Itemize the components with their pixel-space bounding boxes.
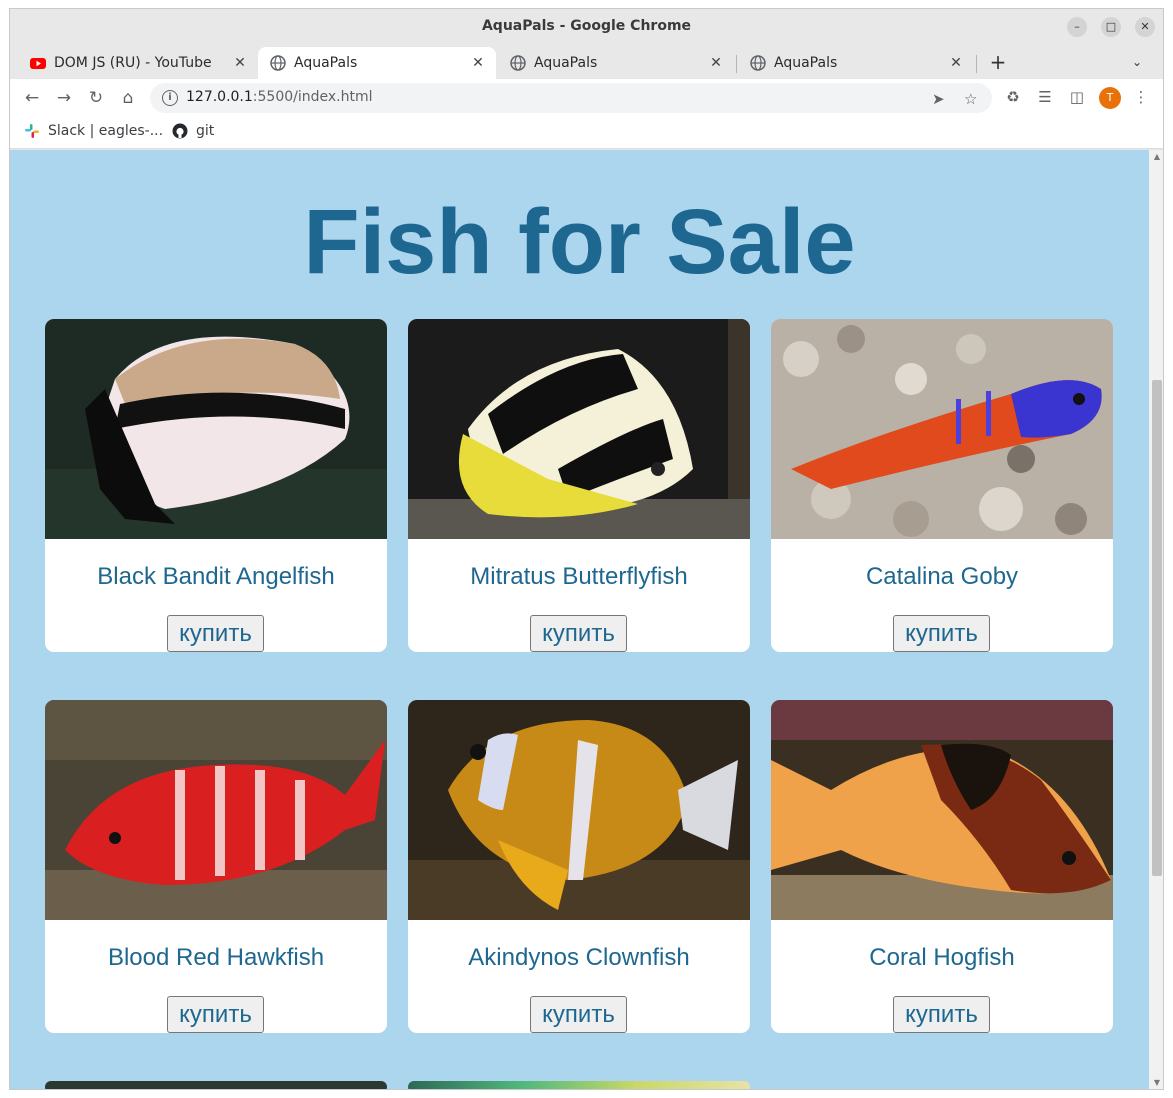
globe-icon (270, 55, 286, 71)
scroll-up-icon[interactable]: ▲ (1149, 152, 1163, 161)
fish-name: Akindynos Clownfish (468, 944, 690, 971)
fish-name: Mitratus Butterflyfish (470, 563, 688, 590)
buy-button[interactable]: купить (167, 996, 264, 1033)
side-panel-icon[interactable]: ◫ (1067, 87, 1087, 107)
browser-window: AquaPals - Google Chrome – □ ✕ DOM JS (R… (9, 8, 1164, 1090)
slack-icon (25, 124, 39, 138)
close-window-icon[interactable]: ✕ (1135, 17, 1155, 37)
window-title: AquaPals - Google Chrome (481, 18, 692, 34)
scroll-thumb[interactable] (1152, 380, 1162, 876)
fish-photo (408, 319, 750, 539)
tab-aquapals-3[interactable]: AquaPals ✕ (738, 47, 974, 79)
scroll-down-icon[interactable]: ▼ (1149, 1078, 1163, 1087)
media-icon[interactable]: ☰ (1035, 87, 1055, 107)
reload-icon[interactable]: ↻ (84, 86, 108, 110)
bookmark-label: git (196, 123, 215, 139)
tab-separator (976, 55, 977, 73)
buy-button[interactable]: купить (893, 996, 990, 1033)
product-card: Coral Hogfish купить (771, 700, 1113, 1033)
product-card: Akindynos Clownfish купить (408, 700, 750, 1033)
tab-separator (736, 55, 737, 73)
page-title: Fish for Sale (303, 191, 856, 293)
youtube-icon (30, 58, 46, 69)
tab-label: DOM JS (RU) - YouTube (54, 55, 212, 71)
address-bar[interactable]: i 127.0.0.1:5500/index.html ➤ ☆ (150, 83, 992, 113)
tab-label: AquaPals (534, 55, 598, 71)
buy-button[interactable]: купить (530, 615, 627, 652)
tab-aquapals-2[interactable]: AquaPals ✕ (498, 47, 734, 79)
fish-name: Blood Red Hawkfish (107, 944, 325, 971)
globe-icon (750, 55, 766, 71)
vertical-scrollbar[interactable]: ▲ ▼ (1149, 150, 1163, 1089)
forward-icon[interactable]: → (52, 86, 76, 110)
fish-photo (771, 700, 1113, 920)
buy-button[interactable]: купить (167, 615, 264, 652)
home-icon[interactable]: ⌂ (116, 86, 140, 110)
new-tab-icon[interactable]: + (987, 51, 1009, 73)
tab-label: AquaPals (294, 55, 358, 71)
maximize-icon[interactable]: □ (1101, 17, 1121, 37)
fish-photo (771, 319, 1113, 539)
fish-photo (408, 700, 750, 920)
product-card: Blood Red Hawkfish купить (45, 700, 387, 1033)
bookmark-slack[interactable]: Slack | eagles-... (24, 123, 163, 139)
product-card: Catalina Goby купить (771, 319, 1113, 652)
toolbar: ← → ↻ ⌂ i 127.0.0.1:5500/index.html ➤ ☆ … (10, 79, 1163, 117)
product-card: Mitratus Butterflyfish купить (408, 319, 750, 652)
fish-name: Black Bandit Angelfish (97, 563, 335, 590)
product-card: Black Bandit Angelfish купить (45, 319, 387, 652)
tab-youtube[interactable]: DOM JS (RU) - YouTube ✕ (18, 47, 258, 79)
menu-icon[interactable]: ⋮ (1131, 87, 1151, 107)
fish-photo (45, 319, 387, 539)
tab-label: AquaPals (774, 55, 838, 71)
close-icon[interactable]: ✕ (232, 55, 248, 71)
fish-name: Coral Hogfish (869, 944, 1015, 971)
bookmarks-bar: Slack | eagles-... git (10, 117, 1163, 149)
url-path: :5500/index.html (252, 89, 373, 105)
info-icon[interactable]: i (162, 90, 178, 106)
product-card-partial (45, 1081, 387, 1089)
close-icon[interactable]: ✕ (948, 55, 964, 71)
minimize-icon[interactable]: – (1067, 17, 1087, 37)
close-icon[interactable]: ✕ (470, 55, 486, 71)
close-icon[interactable]: ✕ (708, 55, 724, 71)
github-icon (172, 123, 188, 139)
bookmark-git[interactable]: git (172, 123, 214, 139)
star-icon[interactable]: ☆ (964, 90, 977, 108)
tab-aquapals-active[interactable]: AquaPals ✕ (258, 47, 496, 79)
title-bar: AquaPals - Google Chrome – □ ✕ (10, 9, 1163, 45)
chevron-down-icon[interactable]: ⌄ (1126, 51, 1148, 73)
profile-avatar[interactable]: T (1099, 87, 1121, 109)
fish-photo (45, 700, 387, 920)
page-viewport: Fish for Sale Black Bandit Angelfish куп… (10, 150, 1149, 1089)
product-card-partial (408, 1081, 750, 1089)
globe-icon (510, 55, 526, 71)
share-icon[interactable]: ➤ (932, 90, 945, 108)
fish-name: Catalina Goby (865, 563, 1019, 590)
back-icon[interactable]: ← (20, 86, 44, 110)
extensions-icon[interactable]: ♻ (1003, 87, 1023, 107)
buy-button[interactable]: купить (893, 615, 990, 652)
bookmark-label: Slack | eagles-... (48, 123, 164, 139)
buy-button[interactable]: купить (530, 996, 627, 1033)
url-text[interactable]: 127.0.0.1:5500/index.html (186, 89, 373, 105)
url-host: 127.0.0.1 (186, 89, 253, 105)
